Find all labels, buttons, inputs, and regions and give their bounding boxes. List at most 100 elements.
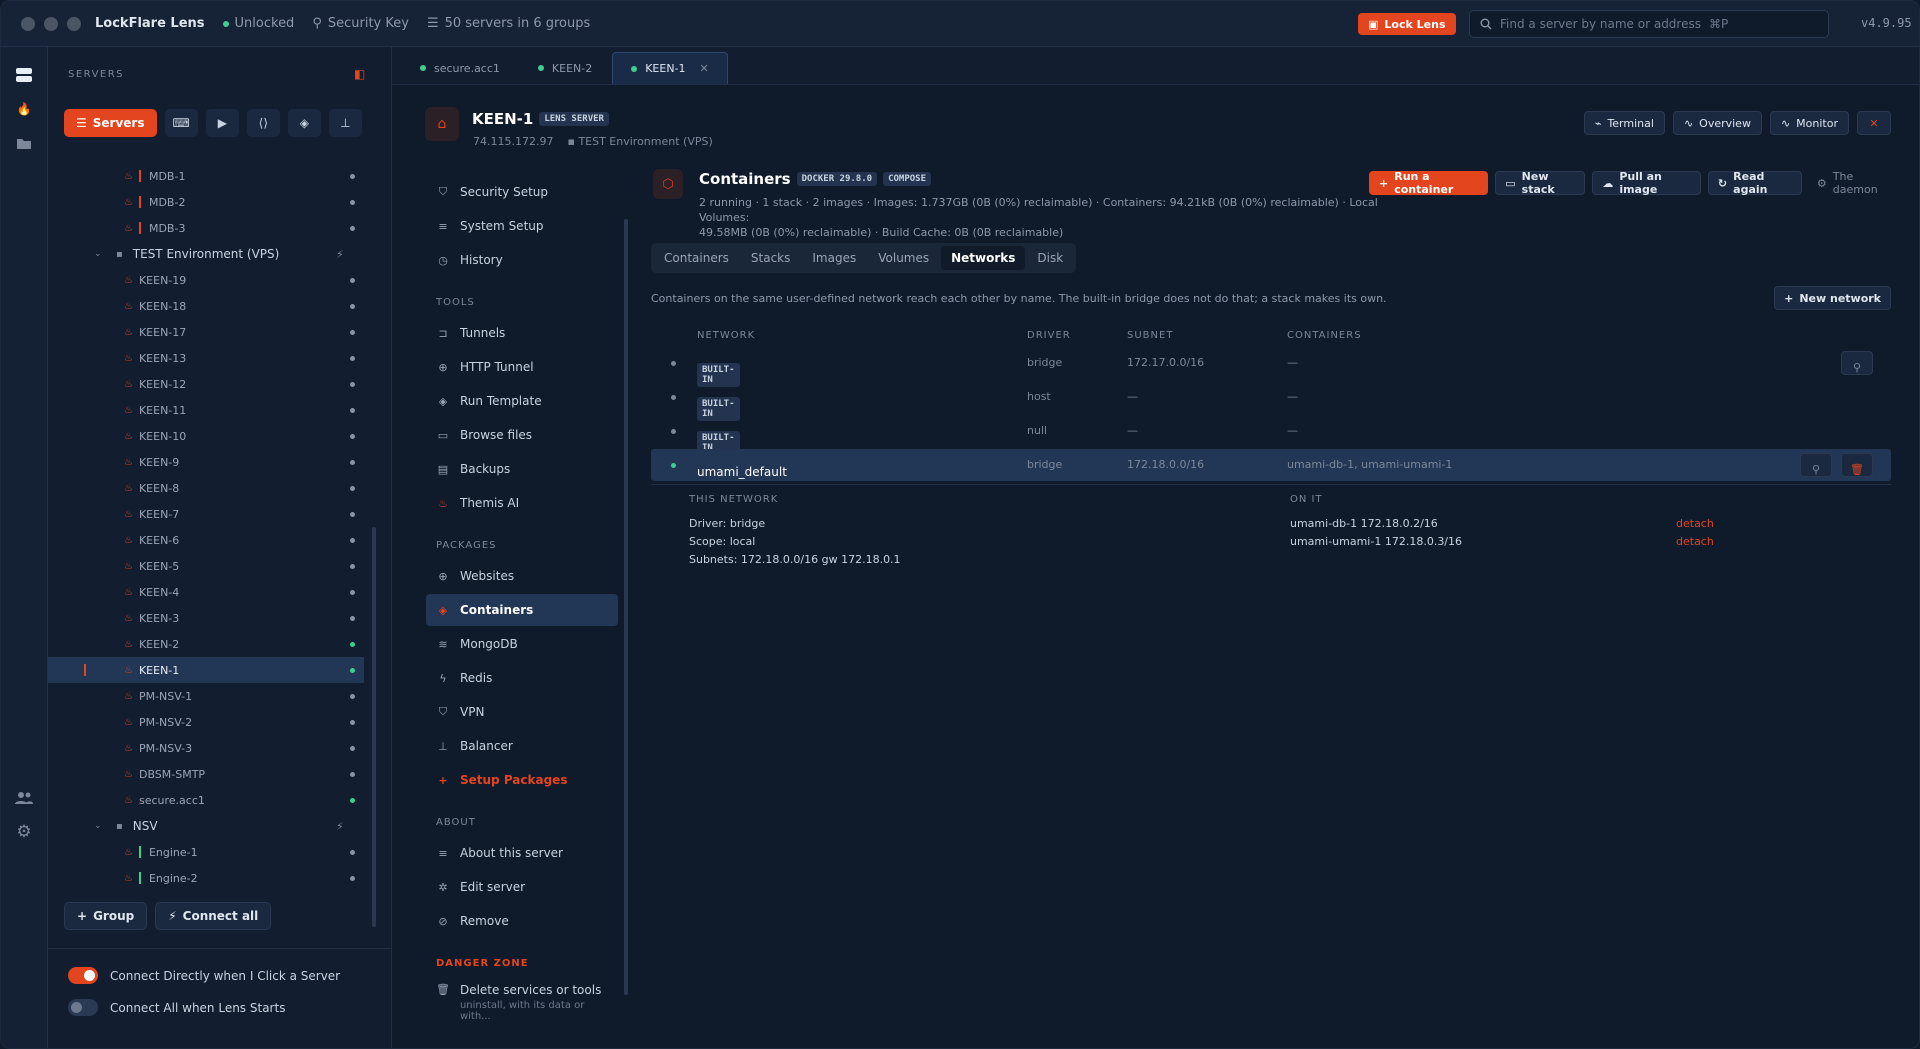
users-icon[interactable] (13, 787, 35, 809)
bolt-icon[interactable]: ⚡ (336, 248, 344, 261)
server-group[interactable]: ⌄ ▪ NSV ⚡ (48, 813, 364, 839)
server-item[interactable]: ♨ KEEN-10 (48, 423, 364, 449)
tab-hierarchy[interactable]: ⊥ (328, 109, 362, 137)
terminal-button[interactable]: ⌁ Terminal (1583, 111, 1665, 135)
menu-remove[interactable]: ⊘ Remove (426, 905, 618, 937)
detach-link[interactable]: detach (1676, 517, 1714, 530)
tab-code[interactable]: ⟨⟩ (246, 109, 280, 137)
server-item[interactable]: ♨ MDB-1 (48, 163, 364, 189)
add-group-button[interactable]: + Group (64, 902, 148, 930)
close-window-button[interactable] (21, 16, 35, 31)
server-item[interactable]: ♨ PM-NSV-1 (48, 683, 364, 709)
subtab-stacks[interactable]: Stacks (741, 246, 800, 270)
menu-websites[interactable]: ⊕ Websites (426, 560, 618, 592)
server-item[interactable]: ♨ KEEN-5 (48, 553, 364, 579)
servers-nav-icon[interactable] (13, 64, 35, 86)
server-item[interactable]: ♨ KEEN-9 (48, 449, 364, 475)
server-item[interactable]: ♨ Engine-2 (48, 865, 364, 891)
server-item[interactable]: ♨ Engine-1 (48, 839, 364, 865)
maximize-window-button[interactable] (67, 16, 81, 31)
menu-scrollbar[interactable] (624, 219, 628, 995)
chevron-down-icon[interactable]: ⌄ (94, 821, 116, 831)
connect-direct-toggle[interactable] (68, 967, 98, 984)
tab-keen-1[interactable]: KEEN-1 ✕ (612, 52, 728, 84)
server-group[interactable]: ⌄ ▪ TEST Environment (VPS) ⚡ (48, 241, 364, 267)
flame-nav-icon[interactable]: 🔥 (13, 98, 35, 120)
detach-link[interactable]: detach (1676, 535, 1714, 548)
tab-terminal[interactable]: ⌨ (164, 109, 198, 137)
menu-backups[interactable]: ▤ Backups (426, 453, 618, 485)
settings-gear-icon[interactable]: ⚙ (13, 821, 35, 843)
menu-http-tunnel[interactable]: ⊕ HTTP Tunnel (426, 351, 618, 383)
subtab-networks[interactable]: Networks (941, 246, 1026, 270)
menu-setup-packages[interactable]: + Setup Packages (426, 764, 618, 796)
menu-run-template[interactable]: ◈ Run Template (426, 385, 618, 417)
server-item[interactable]: ♨ KEEN-7 (48, 501, 364, 527)
menu-security-setup[interactable]: ⛉ Security Setup (426, 176, 618, 208)
server-item[interactable]: ♨ MDB-3 (48, 215, 364, 241)
menu-edit-server[interactable]: ✲ Edit server (426, 871, 618, 903)
menu-about-server[interactable]: ≡ About this server (426, 837, 618, 869)
server-item[interactable]: ♨ KEEN-19 (48, 267, 364, 293)
network-row[interactable]: noneBUILT-INnull—— (651, 415, 1891, 455)
subtab-containers[interactable]: Containers (654, 246, 739, 270)
server-item[interactable]: ♨ KEEN-18 (48, 293, 364, 319)
menu-delete-services[interactable]: 🗑 Delete services or tools uninstall, wi… (426, 980, 618, 1022)
close-tab-icon[interactable]: ✕ (700, 62, 709, 75)
tab-play[interactable]: ▶ (205, 109, 239, 137)
server-item[interactable]: ♨ PM-NSV-3 (48, 735, 364, 761)
subtab-disk[interactable]: Disk (1027, 246, 1073, 270)
overview-button[interactable]: ∿ Overview (1672, 111, 1762, 135)
subtab-volumes[interactable]: Volumes (868, 246, 939, 270)
server-item[interactable]: ♨ KEEN-2 (48, 631, 364, 657)
read-again-button[interactable]: ↻ Read again (1707, 170, 1802, 196)
tab-keen-2[interactable]: KEEN-2 (520, 52, 610, 84)
server-item[interactable]: ♨ KEEN-4 (48, 579, 364, 605)
tab-package[interactable]: ◈ (287, 109, 321, 137)
menu-balancer[interactable]: ⊥ Balancer (426, 730, 618, 762)
daemon-settings[interactable]: ⚙ The daemon (1817, 170, 1891, 196)
security-key[interactable]: ⚲ Security Key (312, 16, 409, 31)
server-item[interactable]: ♨ KEEN-3 (48, 605, 364, 631)
menu-tunnels[interactable]: ⊐ Tunnels (426, 317, 618, 349)
server-item[interactable]: ♨ KEEN-13 (48, 345, 364, 371)
run-container-button[interactable]: + Run a container (1369, 170, 1489, 196)
network-row[interactable]: bridgeBUILT-INbridge172.17.0.0/16—⚲ (651, 347, 1891, 387)
new-stack-button[interactable]: ▭ New stack (1495, 170, 1586, 196)
server-item[interactable]: ♨ KEEN-8 (48, 475, 364, 501)
server-item[interactable]: ♨ secure.acc1 (48, 787, 364, 813)
server-item[interactable]: ♨ KEEN-12 (48, 371, 364, 397)
network-row[interactable]: hostBUILT-INhost—— (651, 381, 1891, 421)
server-item[interactable]: ♨ MDB-2 (48, 189, 364, 215)
connect-all-toggle[interactable] (68, 999, 98, 1016)
menu-history[interactable]: ◷ History (426, 244, 618, 276)
monitor-button[interactable]: ∿ Monitor (1769, 111, 1849, 135)
subtab-images[interactable]: Images (802, 246, 866, 270)
server-item[interactable]: ♨ DBSM-SMTP (48, 761, 364, 787)
delete-network-button[interactable]: 🗑 (1841, 453, 1873, 477)
chevron-down-icon[interactable]: ⌄ (94, 249, 116, 259)
sidebar-collapse-icon[interactable]: ◧ (354, 67, 365, 81)
lock-lens-button[interactable]: ▣ Lock Lens (1358, 13, 1456, 35)
tab-secure-acc1[interactable]: secure.acc1 (402, 52, 518, 84)
network-row[interactable]: umami_default bridge 172.18.0.0/16 umami-db… (651, 449, 1891, 481)
menu-system-setup[interactable]: ≡ System Setup (426, 210, 618, 242)
inspect-network-button[interactable]: ⚲ (1800, 453, 1832, 477)
close-server-button[interactable]: ✕ (1857, 111, 1891, 135)
sidebar-scrollbar[interactable] (372, 527, 376, 927)
folder-nav-icon[interactable] (13, 132, 35, 154)
menu-redis[interactable]: ϟ Redis (426, 662, 618, 694)
bolt-icon[interactable]: ⚡ (336, 820, 344, 833)
minimize-window-button[interactable] (44, 16, 58, 31)
pull-image-button[interactable]: ☁ Pull an image (1592, 170, 1701, 196)
menu-containers[interactable]: ◈ Containers (426, 594, 618, 626)
new-network-button[interactable]: + New network (1774, 286, 1891, 310)
server-search-input[interactable]: Find a server by name or address ⌘P (1469, 10, 1829, 38)
tab-servers[interactable]: ☰ Servers (64, 109, 157, 137)
server-item[interactable]: ♨ KEEN-6 (48, 527, 364, 553)
menu-themis-ai[interactable]: ♨ Themis AI (426, 487, 618, 519)
menu-browse-files[interactable]: ▭ Browse files (426, 419, 618, 451)
connect-all-button[interactable]: ⚡ Connect all (155, 902, 272, 930)
server-item[interactable]: ♨ KEEN-1 (48, 657, 364, 683)
server-item[interactable]: ♨ PM-NSV-2 (48, 709, 364, 735)
